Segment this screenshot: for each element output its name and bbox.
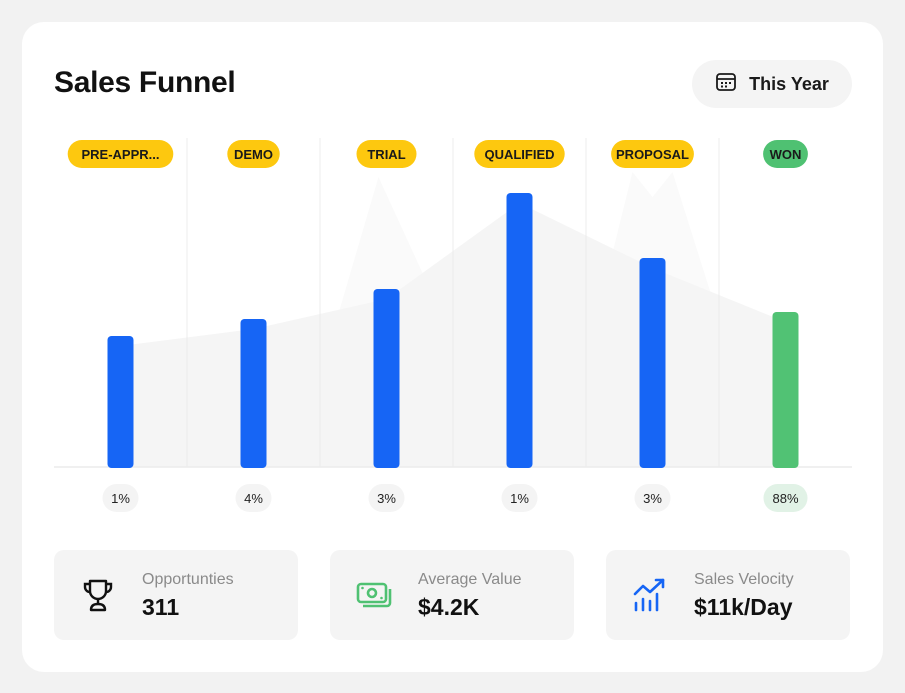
stat-value: $4.2K (418, 594, 480, 620)
funnel-bar (639, 258, 666, 468)
stage-label: PRE-APPR... (81, 147, 159, 162)
stat-card-sales-velocity: Sales Velocity $11k/Day (606, 550, 850, 640)
funnel-chart: PRE-APPR... 1% DEMO 4% TRIAL 3% QUALIFIED 1% PRO… (54, 138, 852, 512)
conversion-rate-label: 88% (772, 491, 798, 506)
stage-label: DEMO (234, 147, 273, 162)
trending-chart-icon (630, 575, 670, 615)
stat-value: 311 (142, 594, 180, 620)
stat-label: Opportunties (142, 571, 234, 588)
stat-card-opportunities: Opportunties 311 (54, 550, 298, 640)
conversion-rate-label: 1% (510, 491, 529, 506)
stat-value: $11k/Day (694, 594, 793, 620)
funnel-bar (373, 289, 400, 468)
stage-label: TRIAL (367, 147, 405, 162)
stat-label: Sales Velocity (694, 571, 794, 588)
stage-label: WON (770, 147, 802, 162)
conversion-rate-label: 4% (244, 491, 263, 506)
funnel-bar (506, 193, 533, 468)
stat-card-average-value: Average Value $4.2K (330, 550, 574, 640)
stage-label: PROPOSAL (616, 147, 689, 162)
sales-funnel-card: Sales Funnel This Year PRE-APPR... 1% DEMO… (22, 22, 883, 672)
trophy-icon (78, 575, 118, 615)
conversion-rate-label: 3% (377, 491, 396, 506)
funnel-bar (772, 312, 799, 468)
conversion-rate-label: 3% (643, 491, 662, 506)
funnel-bar (107, 336, 134, 468)
funnel-bar (240, 319, 267, 468)
stat-label: Average Value (418, 571, 522, 588)
stage-label: QUALIFIED (484, 147, 554, 162)
conversion-rate-label: 1% (111, 491, 130, 506)
money-icon (354, 575, 394, 615)
